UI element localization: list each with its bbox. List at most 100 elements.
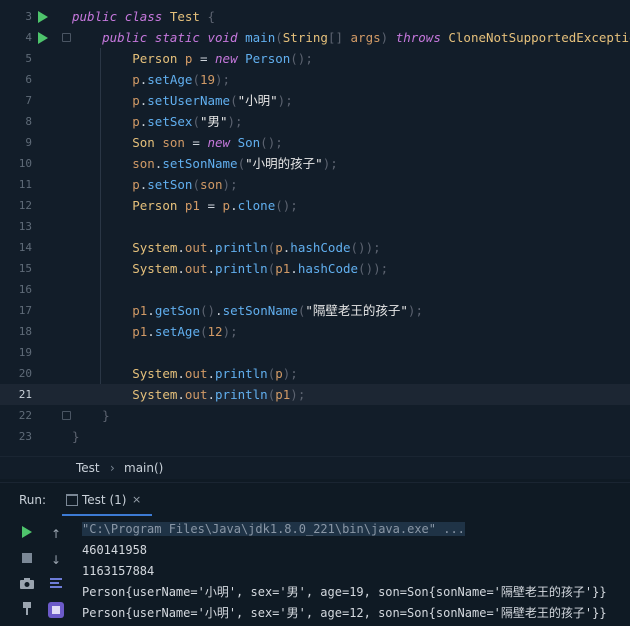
code-line[interactable]: 13 [0,216,630,237]
run-gutter-icon[interactable] [38,11,48,23]
run-label: Run: [19,493,47,507]
console-output-line: 1163157884 [82,564,155,578]
code-line[interactable]: 8 p.setSex("男"); [0,111,630,132]
fold-icon[interactable] [62,33,71,42]
code-text: public class Test { [72,6,215,27]
code-token: hashCode [297,261,359,276]
code-token: ()); [350,240,381,255]
code-line[interactable]: 10 son.setSonName("小明的孩子"); [0,153,630,174]
run-icon[interactable] [19,526,35,542]
code-token: p1 [132,324,148,339]
code-text: System.out.println(p1.hashCode()); [72,258,388,279]
code-editor[interactable]: 3 public class Test {4 public static void… [0,0,630,456]
fold-icon[interactable] [62,411,71,420]
code-token: Person [245,51,291,66]
code-token: ); [215,72,231,87]
line-number: 5 [25,52,32,65]
code-token: son [162,135,185,150]
code-token: ( [237,156,246,171]
code-token: ( [230,93,238,108]
line-number: 21 [18,388,32,401]
code-token: setSonName [162,156,238,171]
code-token: static [154,30,200,45]
code-line[interactable]: 19 [0,342,630,363]
code-line[interactable]: 6 p.setAge(19); [0,69,630,90]
code-token: { [199,9,216,24]
code-text: son.setSonName("小明的孩子"); [72,153,338,174]
close-icon[interactable]: × [132,493,141,506]
code-token: Person [132,51,178,66]
line-number: 10 [18,157,32,170]
code-line[interactable]: 7 p.setUserName("小明"); [0,90,630,111]
code-line[interactable]: 23} [0,426,630,447]
code-line[interactable]: 12 Person p1 = p.clone(); [0,195,630,216]
code-text: p.setAge(19); [72,69,230,90]
code-line[interactable]: 11 p.setSon(son); [0,174,630,195]
code-line[interactable]: 14 System.out.println(p.hashCode()); [0,237,630,258]
soft-wrap-icon[interactable] [48,577,64,593]
pin-icon[interactable] [19,602,35,618]
line-number: 6 [25,73,32,86]
up-arrow-icon[interactable]: ↑ [48,526,64,542]
code-token: p [132,72,140,87]
code-token: son [199,177,223,192]
code-token: . [230,198,238,213]
code-line[interactable]: 9 Son son = new Son(); [0,132,630,153]
tab-test-run[interactable]: Test (1) × [62,483,152,517]
run-gutter-icon[interactable] [38,32,48,44]
code-token: . [207,261,216,276]
tab-label: Test (1) [82,493,127,507]
code-token: . [177,261,185,276]
line-number: 11 [18,178,32,191]
code-token: System [132,366,178,381]
console-output-line: Person{userName='小明', sex='男', age=12, s… [82,606,607,620]
code-text: System.out.println(p.hashCode()); [72,237,381,258]
print-icon[interactable] [48,602,64,618]
code-line[interactable]: 20 System.out.println(p); [0,363,630,384]
code-line[interactable]: 22 } [0,405,630,426]
code-token: println [215,261,268,276]
code-token: out [184,240,208,255]
code-token: (); [260,135,283,150]
code-token: 12 [207,324,223,339]
code-token: ); [227,114,243,129]
code-token: . [177,240,185,255]
code-token: [] [327,30,343,45]
code-line[interactable]: 3 public class Test { [0,6,630,27]
code-line[interactable]: 16 [0,279,630,300]
code-line[interactable]: 4 public static void main(String[] args)… [0,27,630,48]
code-token: System [132,387,178,402]
line-number: 15 [18,262,32,275]
code-token: . [177,366,185,381]
code-line[interactable]: 15 System.out.println(p1.hashCode()); [0,258,630,279]
code-line[interactable]: 17 p1.getSon().setSonName("隔壁老王的孩子"); [0,300,630,321]
down-arrow-icon[interactable]: ↓ [48,552,64,568]
stop-icon[interactable] [19,552,35,568]
breadcrumb-method[interactable]: main() [124,461,163,475]
code-text: Person p = new Person(); [72,48,313,69]
code-text: p1.getSon().setSonName("隔壁老王的孩子"); [72,300,423,321]
code-token: println [215,366,268,381]
breadcrumb-class[interactable]: Test [76,461,100,475]
camera-icon[interactable] [19,577,35,593]
code-line[interactable]: 18 p1.setAge(12); [0,321,630,342]
line-number: 9 [25,136,32,149]
code-token: ( [192,177,200,192]
console-command-line: "C:\Program Files\Java\jdk1.8.0_221\bin\… [82,519,465,540]
code-token: p [132,114,140,129]
breadcrumb-separator: › [110,461,115,475]
code-token: p1 [275,261,291,276]
code-token: ); [322,156,338,171]
code-line[interactable]: 5 Person p = new Person(); [0,48,630,69]
code-token: (); [290,51,313,66]
code-line[interactable]: 21 System.out.println(p1); [0,384,630,405]
